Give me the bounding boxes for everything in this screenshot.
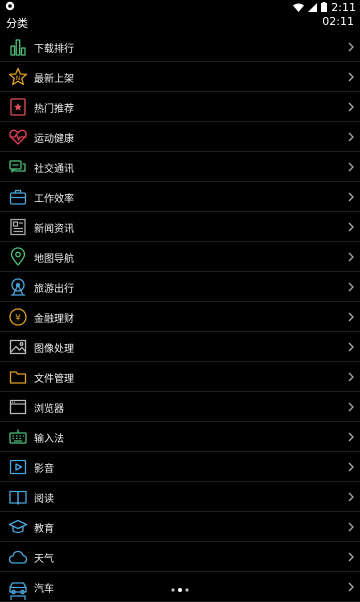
category-item[interactable]: 新闻资讯	[0, 212, 360, 242]
category-label: 浏览器	[34, 404, 64, 415]
chevron-right-icon	[348, 132, 354, 142]
category-label: 阅读	[34, 494, 54, 505]
notification-icon	[5, 1, 15, 11]
category-label: 地图导航	[34, 254, 74, 265]
category-item[interactable]: 阅读	[0, 482, 360, 512]
category-label: 社交通讯	[34, 164, 74, 175]
page-title: 分类	[6, 17, 28, 30]
category-label: 旅游出行	[34, 284, 74, 295]
briefcase-icon	[9, 189, 27, 205]
category-item[interactable]: ¥ 金融理财	[0, 302, 360, 332]
category-label: 运动健康	[34, 134, 74, 145]
browser-icon	[9, 399, 27, 415]
chevron-right-icon	[348, 552, 354, 562]
chevron-right-icon	[348, 432, 354, 442]
category-label: 天气	[34, 554, 54, 565]
chevron-right-icon	[348, 402, 354, 412]
category-item[interactable]: 社交通讯	[0, 152, 360, 182]
chevron-right-icon	[348, 222, 354, 232]
yuan-coin-icon: ¥	[9, 308, 27, 326]
bar-chart-icon	[10, 39, 26, 56]
category-label: 文件管理	[34, 374, 74, 385]
category-label: 下载排行	[34, 44, 74, 55]
category-item[interactable]: 工作效率	[0, 182, 360, 212]
page-indicator	[0, 585, 360, 600]
keyboard-icon	[9, 429, 27, 444]
category-item[interactable]: 文件管理	[0, 362, 360, 392]
category-label: 新闻资讯	[34, 224, 74, 235]
category-label: 金融理财	[34, 314, 74, 325]
wifi-icon	[293, 3, 305, 12]
category-item[interactable]: 教育	[0, 512, 360, 542]
category-item[interactable]: 影音	[0, 452, 360, 482]
category-list: 下载排行 N 最新上架热门推荐运动健康社交通讯工作效率新闻资讯地图导航旅游出行 ¥ 金融…	[0, 32, 360, 602]
folder-icon	[9, 371, 27, 384]
category-label: 工作效率	[34, 194, 74, 205]
category-item[interactable]: 下载排行	[0, 32, 360, 62]
header-time: 02:11	[322, 15, 354, 28]
svg-text:N: N	[16, 75, 21, 82]
image-icon	[9, 339, 27, 355]
category-label: 热门推荐	[34, 104, 74, 115]
chevron-right-icon	[348, 72, 354, 82]
chevron-right-icon	[348, 372, 354, 382]
signal-icon	[308, 2, 318, 12]
category-item[interactable]: 浏览器	[0, 392, 360, 422]
category-label: 输入法	[34, 434, 64, 445]
ferris-wheel-icon	[10, 278, 26, 296]
chevron-right-icon	[348, 162, 354, 172]
battery-icon	[321, 2, 328, 12]
cloud-icon	[8, 550, 28, 564]
chevron-right-icon	[348, 42, 354, 52]
category-label: 影音	[34, 464, 54, 475]
category-item[interactable]: 旅游出行	[0, 272, 360, 302]
map-pin-icon	[10, 247, 26, 266]
app-header: 分类 02:11	[0, 14, 360, 32]
category-item[interactable]: 地图导航	[0, 242, 360, 272]
chevron-right-icon	[348, 102, 354, 112]
chevron-right-icon	[348, 522, 354, 532]
category-item[interactable]: 图像处理	[0, 332, 360, 362]
chevron-right-icon	[348, 252, 354, 262]
category-item[interactable]: 天气	[0, 542, 360, 572]
svg-text:¥: ¥	[15, 314, 21, 324]
book-icon	[9, 490, 27, 505]
category-item[interactable]: 热门推荐	[0, 92, 360, 122]
new-star-icon: N	[8, 67, 28, 86]
status-time: 2:11	[331, 0, 356, 14]
category-item[interactable]: 运动健康	[0, 122, 360, 152]
chevron-right-icon	[348, 492, 354, 502]
hot-badge-icon	[10, 98, 26, 116]
graduation-cap-icon	[8, 519, 28, 534]
video-play-icon	[9, 459, 27, 475]
chevron-right-icon	[348, 342, 354, 352]
page-dots-icon	[171, 588, 189, 592]
chevron-right-icon	[348, 282, 354, 292]
category-label: 最新上架	[34, 74, 74, 85]
newspaper-icon	[10, 218, 26, 236]
category-item[interactable]: N 最新上架	[0, 62, 360, 92]
category-label: 教育	[34, 524, 54, 535]
chevron-right-icon	[348, 462, 354, 472]
chevron-right-icon	[348, 312, 354, 322]
chevron-right-icon	[348, 192, 354, 202]
heartbeat-icon	[9, 129, 27, 145]
status-bar: 2:11	[0, 0, 360, 14]
chat-bubbles-icon	[9, 160, 26, 173]
category-item[interactable]: 输入法	[0, 422, 360, 452]
category-label: 图像处理	[34, 344, 74, 355]
